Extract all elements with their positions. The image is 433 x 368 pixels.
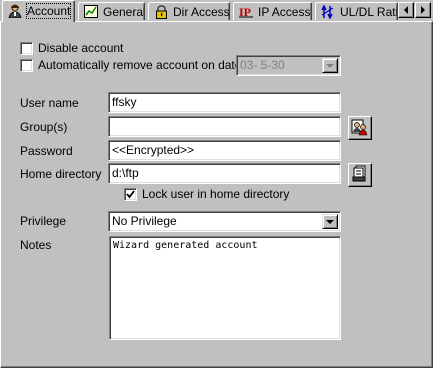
checkmark-icon [126, 190, 135, 199]
privilege-dropdown-button[interactable] [322, 214, 338, 229]
date-dropdown-button[interactable] [322, 58, 338, 73]
privilege-label: Privilege [20, 214, 67, 228]
home-directory-input[interactable]: d:\ftp [108, 163, 341, 184]
home-directory-browse-button[interactable] [348, 163, 372, 187]
groups-label: Group(s) [20, 120, 68, 134]
user-name-input[interactable]: ffsky [108, 92, 341, 113]
auto-remove-checkbox[interactable] [20, 59, 33, 72]
groups-picker-button[interactable] [348, 116, 372, 140]
remove-date-picker[interactable]: 03- 5-30 [236, 55, 341, 76]
chevron-down-icon [326, 219, 334, 224]
lock-home-checkbox[interactable] [124, 188, 137, 201]
home-directory-label: Home directory [20, 167, 102, 181]
group-picker-icon [351, 118, 369, 139]
lock-home-label: Lock user in home directory [142, 187, 290, 201]
privilege-select[interactable]: No Privilege [108, 211, 341, 232]
privilege-value: No Privilege [112, 214, 177, 228]
password-label: Password [20, 144, 73, 158]
chevron-down-icon [326, 63, 334, 68]
account-form: Disable account Automatically remove acc… [0, 0, 433, 368]
groups-input[interactable] [108, 116, 341, 137]
disable-account-checkbox[interactable] [20, 42, 33, 55]
auto-remove-label: Automatically remove account on date [38, 58, 242, 72]
remove-date-value: 03- 5-30 [240, 58, 285, 72]
password-input[interactable]: <<Encrypted>> [108, 140, 341, 161]
notes-label: Notes [20, 238, 52, 252]
disable-account-label: Disable account [38, 41, 124, 55]
user-name-label: User name [20, 96, 79, 110]
notes-textarea[interactable]: Wizard generated account [109, 236, 341, 340]
folder-browse-icon [352, 165, 368, 185]
